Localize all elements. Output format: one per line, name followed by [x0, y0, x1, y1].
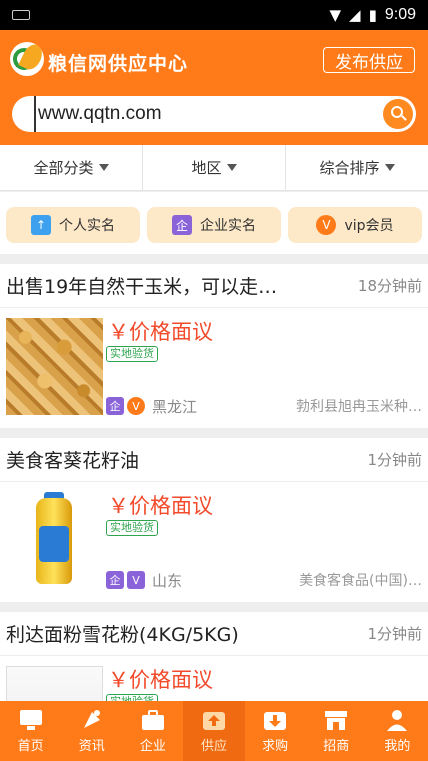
- nav-investment[interactable]: 招商: [306, 701, 367, 761]
- clock: 9:09: [384, 6, 416, 23]
- nav-news[interactable]: 资讯: [61, 701, 122, 761]
- upload-box-icon: [202, 712, 225, 730]
- company-badge-icon: 企: [172, 215, 192, 235]
- keyboard-icon: [12, 10, 30, 20]
- inspection-tag: 实地验货: [106, 346, 158, 362]
- listing-title: 出售19年自然干玉米，可以走…: [6, 276, 278, 298]
- search-button[interactable]: [383, 99, 413, 129]
- wifi-icon: ▼: [329, 6, 342, 24]
- app-logo-icon: [10, 42, 44, 76]
- filter-label: 全部分类: [33, 159, 94, 177]
- search-input[interactable]: www.qqtn.com: [34, 96, 162, 132]
- listing-price: ￥价格面议: [108, 320, 213, 344]
- nav-label: 求购: [262, 739, 289, 754]
- satellite-icon: [83, 710, 100, 728]
- download-box-icon: [264, 712, 287, 730]
- product-image: [6, 318, 103, 415]
- listing-region: 黑龙江: [152, 397, 198, 416]
- filter-label: 综合排序: [319, 159, 380, 177]
- badge-label: vip会员: [344, 218, 394, 234]
- vip-member-button[interactable]: V vip会员: [288, 207, 422, 243]
- enterprise-badge-icon: 企: [106, 397, 124, 415]
- vip-medal-icon: V: [127, 397, 145, 415]
- filter-category[interactable]: 全部分类: [0, 145, 143, 190]
- badge-label: 个人实名: [59, 218, 115, 234]
- store-icon: [325, 711, 348, 730]
- listing-price: ￥价格面议: [108, 668, 213, 692]
- nav-label: 资讯: [78, 739, 105, 754]
- listing-title: 美食客葵花籽油: [6, 450, 140, 472]
- nav-label: 首页: [17, 739, 44, 754]
- nav-supply[interactable]: 供应: [183, 701, 245, 761]
- product-image: [6, 492, 103, 589]
- dropdown-arrow-icon: [98, 164, 109, 171]
- listing-company: 美食客食品(中国)…: [299, 573, 422, 589]
- filter-sort[interactable]: 综合排序: [286, 145, 428, 190]
- personal-verified-button[interactable]: ↑ 个人实名: [6, 207, 140, 243]
- status-bar: ▼ ◢ ▮ 9:09: [0, 0, 428, 30]
- signal-icon: ◢: [349, 6, 361, 24]
- list-item[interactable]: 出售19年自然干玉米，可以走… 18分钟前 ￥价格面议 实地验货 企 V 黑龙江…: [0, 264, 428, 428]
- listing-company: 勃利县旭冉玉米种…: [296, 399, 422, 415]
- briefcase-icon: [141, 710, 164, 730]
- inspection-tag: 实地验货: [106, 520, 158, 536]
- listing-time: 1分钟前: [367, 625, 422, 643]
- filter-label: 地区: [191, 159, 222, 177]
- listing-time: 18分钟前: [357, 277, 422, 295]
- search-bar[interactable]: www.qqtn.com: [12, 96, 416, 132]
- list-item[interactable]: 美食客葵花籽油 1分钟前 ￥价格面议 实地验货 企 V 山东 美食客食品(中国)…: [0, 438, 428, 602]
- nav-purchase[interactable]: 求购: [245, 701, 306, 761]
- listing-time: 1分钟前: [367, 451, 422, 469]
- nav-label: 供应: [200, 739, 227, 754]
- supply-list: 出售19年自然干玉米，可以走… 18分钟前 ￥价格面议 实地验货 企 V 黑龙江…: [0, 264, 428, 761]
- publish-supply-button[interactable]: 发布供应: [323, 47, 415, 73]
- vip-medal-icon: V: [127, 571, 145, 589]
- filter-bar: 全部分类 地区 综合排序: [0, 145, 428, 191]
- verification-filters: ↑ 个人实名 企 企业实名 V vip会员: [0, 192, 428, 254]
- nav-label: 企业: [139, 739, 166, 754]
- nav-label: 我的: [384, 739, 411, 754]
- badge-label: 企业实名: [200, 218, 256, 234]
- listing-price: ￥价格面议: [108, 494, 213, 518]
- monitor-icon: [19, 710, 42, 730]
- vip-medal-icon: V: [316, 215, 337, 235]
- listing-title: 利达面粉雪花粉(4KG/5KG): [6, 624, 239, 646]
- app-title: 粮信网供应中心: [48, 53, 189, 75]
- user-icon: [387, 710, 408, 731]
- person-badge-icon: ↑: [31, 215, 51, 235]
- enterprise-badge-icon: 企: [106, 571, 124, 589]
- nav-home[interactable]: 首页: [0, 701, 61, 761]
- app-header: 粮信网供应中心 发布供应 www.qqtn.com: [0, 30, 428, 145]
- dropdown-arrow-icon: [384, 164, 395, 171]
- filter-region[interactable]: 地区: [143, 145, 286, 190]
- nav-label: 招商: [323, 739, 350, 754]
- listing-region: 山东: [152, 571, 183, 590]
- battery-icon: ▮: [368, 6, 377, 24]
- bottom-navigation: 首页 资讯 企业 供应 求购 招商 我的: [0, 701, 428, 761]
- nav-profile[interactable]: 我的: [367, 701, 428, 761]
- dropdown-arrow-icon: [226, 164, 237, 171]
- enterprise-verified-button[interactable]: 企 企业实名: [147, 207, 281, 243]
- nav-enterprise[interactable]: 企业: [122, 701, 183, 761]
